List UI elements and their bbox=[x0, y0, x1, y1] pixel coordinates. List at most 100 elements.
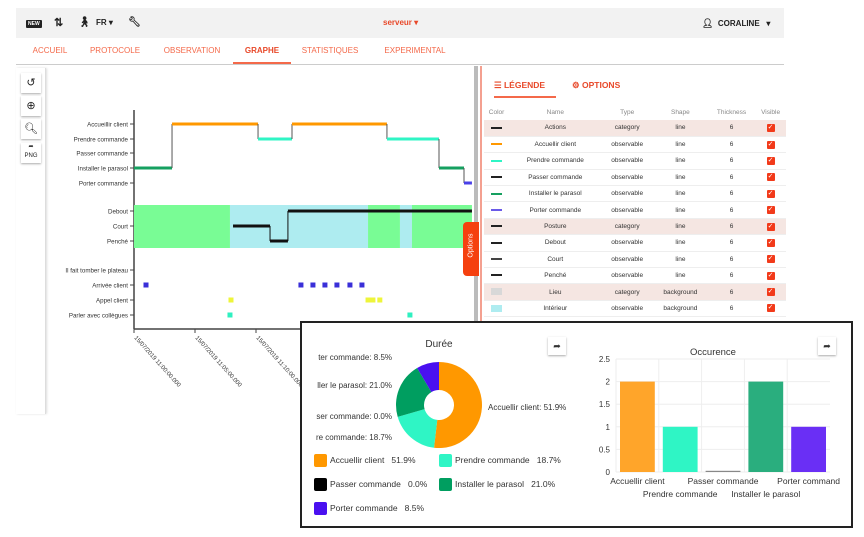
pie-slice bbox=[434, 362, 482, 448]
x-tick-label: Installer le parasol bbox=[731, 489, 800, 499]
color-swatch[interactable] bbox=[491, 225, 503, 228]
legend-row: Porter commande observable line 6 ✓ bbox=[484, 201, 786, 219]
y-tick-label: 2 bbox=[606, 378, 611, 387]
event-marker bbox=[334, 282, 340, 288]
legend-value: 51.9% bbox=[391, 454, 416, 465]
y-label-timeline.actions_labels: Accueillir client bbox=[87, 122, 128, 129]
visible-checkbox[interactable]: ✓ bbox=[766, 123, 775, 132]
row-thickness: 6 bbox=[707, 267, 756, 285]
visible-checkbox[interactable]: ✓ bbox=[766, 140, 775, 149]
color-swatch[interactable] bbox=[491, 288, 503, 296]
visible-checkbox[interactable]: ✓ bbox=[766, 271, 775, 280]
bar bbox=[705, 470, 741, 472]
y-label-timeline.actions_labels: Passer commande bbox=[76, 151, 128, 158]
legend-swatch bbox=[314, 478, 327, 491]
color-swatch[interactable] bbox=[491, 159, 503, 162]
color-swatch[interactable] bbox=[491, 208, 503, 211]
row-shape: line bbox=[652, 169, 708, 187]
event-marker bbox=[359, 282, 365, 288]
lieu-band bbox=[134, 205, 230, 248]
x-tick-label: Prendre commande bbox=[643, 489, 718, 499]
row-type: observable bbox=[601, 136, 653, 154]
options-side-tab[interactable]: Options bbox=[463, 222, 479, 276]
x-tick-label: 15/07/2019 11:10:00.000 bbox=[255, 335, 304, 389]
color-swatch[interactable] bbox=[491, 304, 503, 312]
legend-swatch bbox=[439, 478, 452, 491]
event-marker bbox=[143, 282, 149, 288]
y-label-timeline.actions_labels: Porter commande bbox=[79, 181, 129, 188]
legend-row: Court observable line 6 ✓ bbox=[484, 251, 786, 269]
event-marker bbox=[228, 297, 234, 303]
column-header: Shape bbox=[670, 108, 690, 116]
row-name: Passer commande bbox=[509, 169, 602, 187]
legend-row: Accuellir client observable line 6 ✓ bbox=[484, 136, 786, 154]
pie-legend-item[interactable]: Accuellir client 51.9% bbox=[314, 454, 416, 467]
pie-legend-item[interactable]: Installer le parasol 21.0% bbox=[439, 478, 555, 491]
row-shape: line bbox=[652, 251, 708, 269]
color-swatch[interactable] bbox=[491, 126, 503, 129]
row-shape: background bbox=[652, 300, 708, 318]
stats-charts: Durée Accuellir client: 51.9% re commande:… bbox=[316, 339, 840, 499]
row-type: observable bbox=[601, 267, 653, 285]
color-swatch[interactable] bbox=[491, 241, 503, 244]
color-swatch[interactable] bbox=[491, 143, 503, 146]
visible-checkbox[interactable]: ✓ bbox=[766, 255, 775, 264]
row-shape: line bbox=[652, 234, 708, 252]
row-thickness: 6 bbox=[707, 169, 756, 187]
x-tick-label: Passer commande bbox=[688, 476, 759, 486]
event-marker bbox=[365, 297, 371, 303]
row-shape: background bbox=[652, 283, 708, 301]
visible-checkbox[interactable]: ✓ bbox=[766, 173, 775, 182]
x-tick-label: Porter command bbox=[777, 476, 840, 486]
row-name: Actions bbox=[509, 120, 602, 137]
row-name: Installer le parasol bbox=[509, 185, 602, 203]
event-marker bbox=[310, 282, 316, 288]
legend-name: Accuellir client bbox=[330, 454, 385, 465]
color-swatch[interactable] bbox=[491, 176, 503, 179]
visible-checkbox[interactable]: ✓ bbox=[766, 304, 775, 313]
row-thickness: 6 bbox=[707, 152, 756, 170]
event-marker bbox=[322, 282, 328, 288]
visible-checkbox[interactable]: ✓ bbox=[766, 288, 775, 297]
color-swatch[interactable] bbox=[491, 192, 503, 195]
visible-checkbox[interactable]: ✓ bbox=[766, 222, 775, 231]
user-menu[interactable]: 👤︎ CORALINE ▾ bbox=[702, 8, 770, 38]
row-name: Debout bbox=[509, 234, 602, 252]
row-name: Posture bbox=[509, 218, 602, 236]
row-type: observable bbox=[601, 201, 653, 219]
pie-legend-item[interactable]: Prendre commande 18.7% bbox=[439, 454, 561, 467]
pie-slice-label: ser commande: 0.0% bbox=[316, 412, 392, 421]
row-shape: line bbox=[652, 152, 708, 170]
pie-legend-item[interactable]: Porter commande 8.5% bbox=[314, 502, 424, 515]
visible-checkbox[interactable]: ✓ bbox=[766, 238, 775, 247]
visible-checkbox[interactable]: ✓ bbox=[766, 156, 775, 165]
user-icon: 👤︎ bbox=[702, 18, 714, 28]
pie-slice-label: re commande: 18.7% bbox=[316, 433, 392, 442]
visible-checkbox[interactable]: ✓ bbox=[766, 206, 775, 215]
pie-legend-item[interactable]: Passer commande 0.0% bbox=[314, 478, 427, 491]
tab-options[interactable]: ⚙ OPTIONS bbox=[572, 72, 620, 98]
column-header: Color bbox=[488, 108, 505, 116]
row-thickness: 6 bbox=[707, 283, 756, 301]
tab-legende[interactable]: ☰ LÉGENDE bbox=[494, 72, 556, 98]
visible-checkbox[interactable]: ✓ bbox=[766, 189, 775, 198]
row-thickness: 6 bbox=[707, 251, 756, 269]
row-name: Penché bbox=[509, 267, 602, 285]
row-thickness: 6 bbox=[707, 234, 756, 252]
row-type: observable bbox=[601, 300, 653, 318]
y-tick-label: 2.5 bbox=[599, 355, 611, 364]
row-shape: line bbox=[652, 136, 708, 154]
column-header: Name bbox=[546, 108, 564, 116]
color-swatch[interactable] bbox=[491, 274, 503, 277]
column-header: Type bbox=[620, 108, 635, 116]
legend-value: 18.7% bbox=[536, 454, 561, 465]
y-label-timeline.actions_labels: Installer le parasol bbox=[78, 166, 128, 173]
pie-slice-label: Accuellir client: 51.9% bbox=[488, 403, 566, 412]
event-marker bbox=[407, 312, 413, 318]
bar bbox=[748, 381, 784, 472]
row-shape: line bbox=[652, 201, 708, 219]
legend-swatch bbox=[439, 454, 452, 467]
row-thickness: 6 bbox=[707, 185, 756, 203]
color-swatch[interactable] bbox=[491, 258, 503, 261]
y-tick-label: 1 bbox=[606, 423, 611, 432]
